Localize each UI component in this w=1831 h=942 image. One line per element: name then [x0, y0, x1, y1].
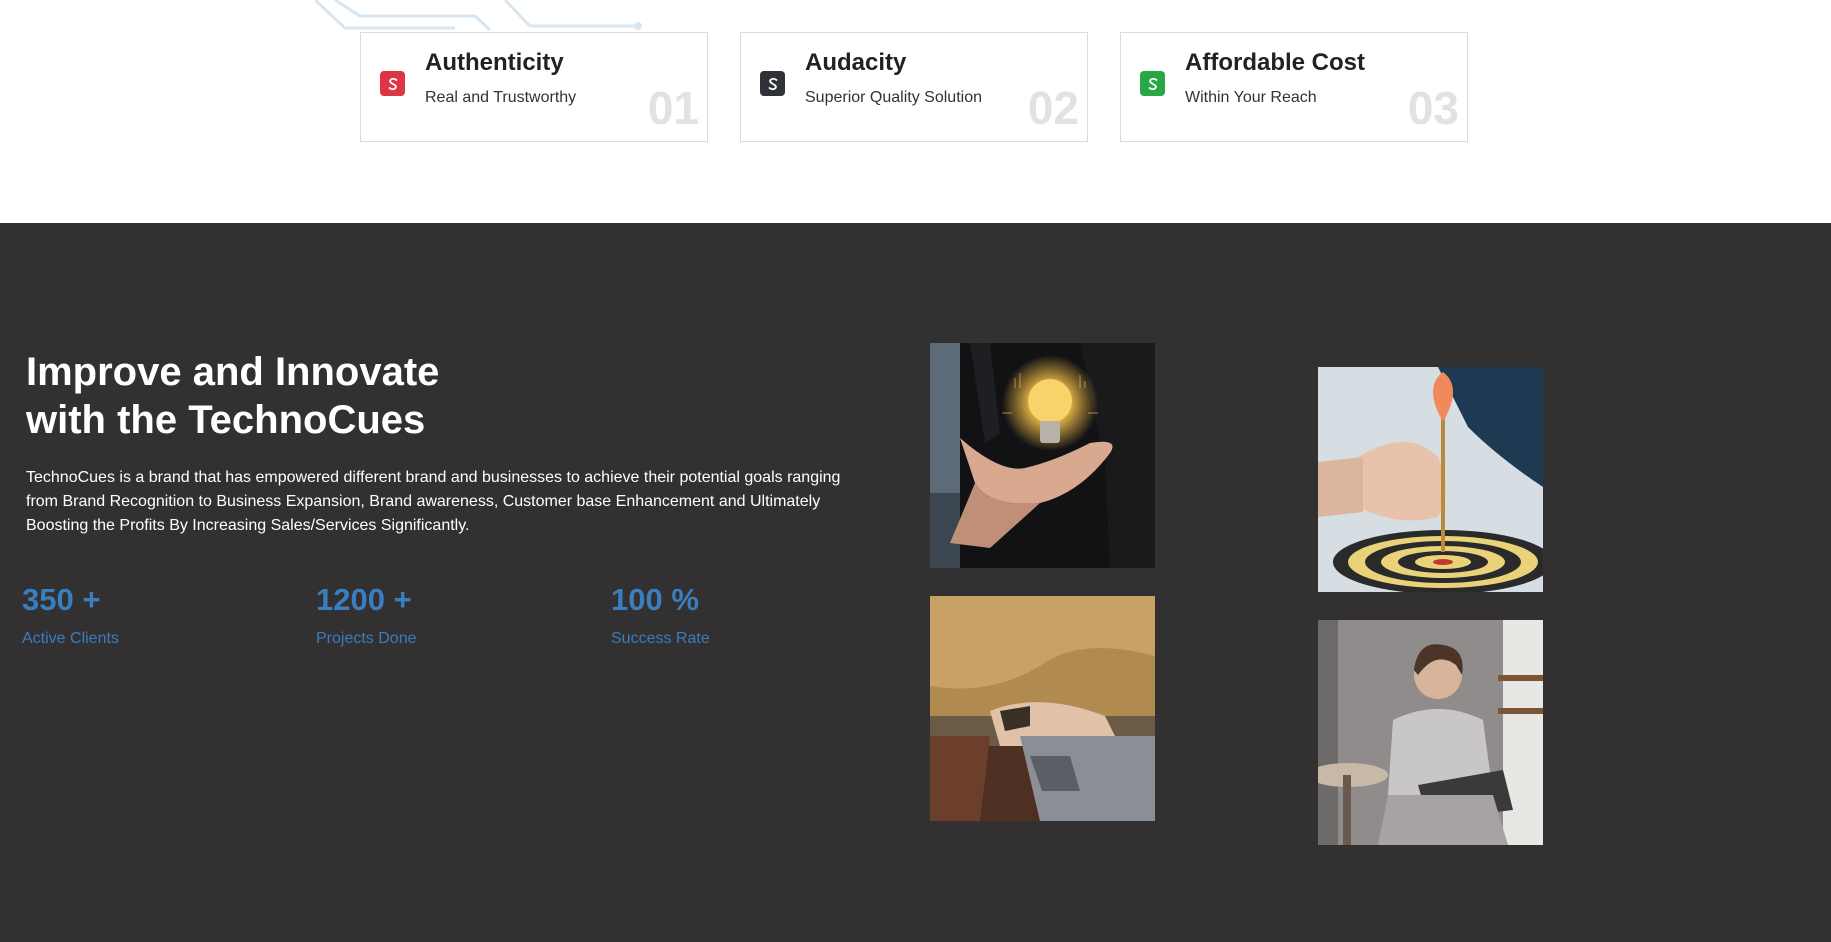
woman-laptop-photo — [1318, 620, 1543, 845]
card-number: 01 — [647, 82, 699, 134]
feature-card-audacity: Audacity Superior Quality Solution 02 — [740, 32, 1088, 142]
card-subtitle: Real and Trustworthy — [425, 89, 577, 106]
card-title: Authenticity — [425, 49, 564, 76]
stat-value: 350 + — [22, 582, 101, 617]
stat-success-rate: 100 % Success Rate — [611, 584, 710, 648]
stat-label: Success Rate — [611, 630, 710, 647]
card-number: 03 — [1407, 82, 1459, 134]
about-section: Improve and Innovate with the TechnoCues… — [0, 223, 1831, 942]
card-subtitle: Within Your Reach — [1185, 89, 1317, 106]
card-title: Audacity — [805, 49, 907, 76]
stat-active-clients: 350 + Active Clients — [22, 584, 119, 648]
s-logo-icon — [380, 71, 405, 96]
laptop-hands-photo — [930, 596, 1155, 821]
heading-line-1: Improve and Innovate — [26, 350, 440, 394]
heading-line-2: with the TechnoCues — [26, 398, 426, 442]
lightbulb-hand-photo — [930, 343, 1155, 568]
features-section: Authenticity Real and Trustworthy 01 Aud… — [0, 0, 1831, 223]
s-logo-icon — [1140, 71, 1165, 96]
card-title: Affordable Cost — [1185, 49, 1365, 76]
card-number: 02 — [1027, 82, 1079, 134]
stat-value: 1200 + — [316, 582, 412, 617]
stat-projects-done: 1200 + Projects Done — [316, 584, 417, 648]
about-heading: Improve and Innovate with the TechnoCues — [26, 348, 586, 444]
stat-label: Active Clients — [22, 630, 119, 647]
card-subtitle: Superior Quality Solution — [805, 89, 982, 106]
s-logo-icon — [760, 71, 785, 96]
circuit-decoration — [315, 0, 642, 32]
about-description: TechnoCues is a brand that has empowered… — [26, 469, 841, 534]
stat-value: 100 % — [611, 582, 699, 617]
feature-card-affordable-cost: Affordable Cost Within Your Reach 03 — [1120, 32, 1468, 142]
dart-target-photo — [1318, 367, 1543, 592]
stat-label: Projects Done — [316, 630, 417, 647]
feature-card-authenticity: Authenticity Real and Trustworthy 01 — [360, 32, 708, 142]
